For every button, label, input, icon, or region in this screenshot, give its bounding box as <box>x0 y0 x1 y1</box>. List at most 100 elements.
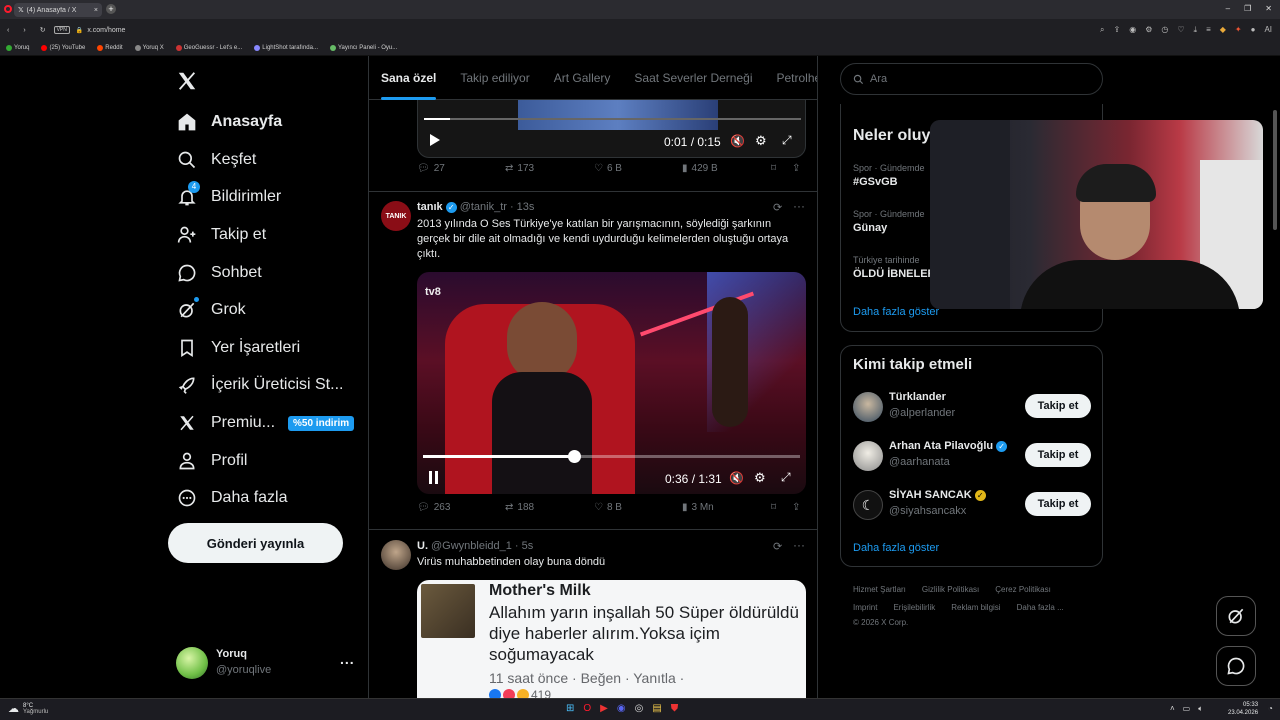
obs-taskbar-icon[interactable]: ◎ <box>635 703 644 714</box>
post-1-video[interactable]: 0:01 / 0:15 🔇 ⚙ ⤢ <box>417 100 806 158</box>
post-more-icon[interactable]: ··· <box>793 199 805 213</box>
tab-for-you[interactable]: Sana özel <box>381 71 437 100</box>
reply-button[interactable]: 💬︎ 263 <box>417 502 450 513</box>
video-settings-icon[interactable]: ⚙ <box>755 133 767 149</box>
account-more-icon[interactable]: ... <box>340 651 355 667</box>
extension-icon-2[interactable]: ✦ <box>1235 25 1242 35</box>
windows-start-icon[interactable]: ⊞ <box>566 703 574 714</box>
footer-link[interactable]: Erişilebilirlik <box>893 603 935 612</box>
account-switcher[interactable]: Yoruq @yoruqlive ... <box>176 645 356 679</box>
video-scrubber-handle[interactable] <box>567 450 581 463</box>
bookmark-post-icon[interactable]: ⌑ <box>771 163 776 174</box>
post-2-video[interactable]: tv8 0:36 / 1:31 🔇 ⚙ ⤢ <box>417 272 806 494</box>
post-more-icon[interactable]: ··· <box>793 538 805 552</box>
search-bar[interactable]: Ara <box>840 63 1103 95</box>
bookmark-item[interactable]: Yoruq <box>6 45 29 51</box>
browser-tab-active[interactable]: 𝕏 (4) Anasayfa / X × <box>14 3 102 17</box>
like-button[interactable]: ♡ 8 B <box>594 502 622 513</box>
ai-toolbar-button[interactable]: AI <box>1264 25 1272 35</box>
notification-bell-icon[interactable]: ◔ <box>1268 704 1273 713</box>
nav-item-more[interactable]: Daha fazla <box>176 483 288 513</box>
opera-logo-icon[interactable] <box>4 5 12 13</box>
extension-icon[interactable]: ◆ <box>1220 25 1226 35</box>
fullscreen-icon[interactable]: ⤢ <box>781 470 791 485</box>
trends-show-more[interactable]: Daha fazla göster <box>853 306 939 318</box>
tab-following[interactable]: Takip ediliyor <box>460 71 529 85</box>
volume-icon[interactable]: 🔇 <box>729 471 744 485</box>
close-window-icon[interactable]: ✕ <box>1265 4 1272 13</box>
reload-icon[interactable]: ↻ <box>40 26 46 34</box>
nav-item-explore[interactable]: Keşfet <box>176 145 256 175</box>
video-settings-icon[interactable]: ⚙ <box>754 470 766 486</box>
minimize-icon[interactable]: – <box>1226 4 1230 13</box>
bookmark-item[interactable]: (25) YouTube <box>41 45 85 51</box>
search-toolbar-icon[interactable]: ⌕ <box>1100 25 1104 35</box>
footer-link[interactable]: Hizmet Şartları <box>853 585 906 594</box>
vpn-badge[interactable]: VPN <box>53 26 70 34</box>
nav-item-grok[interactable]: Grok <box>176 295 246 325</box>
bookmark-item[interactable]: Yoruq X <box>134 45 164 51</box>
grok-floating-button[interactable] <box>1216 596 1256 636</box>
follow-button[interactable]: Takip et <box>1025 443 1091 467</box>
app-taskbar-icon[interactable]: ▶ <box>600 703 608 714</box>
post-2-avatar[interactable]: TANIK <box>381 201 411 231</box>
nav-item-home[interactable]: Anasayfa <box>176 107 282 137</box>
share-icon[interactable]: ⇪ <box>1114 25 1121 35</box>
network-icon[interactable]: ▭ <box>1183 704 1191 714</box>
bookmark-item[interactable]: GeoGuessr - Let's e... <box>175 45 242 51</box>
bookmark-item[interactable]: Reddit <box>97 45 123 51</box>
like-button[interactable]: ♡ 6 B <box>594 163 622 174</box>
play-icon[interactable] <box>429 133 441 147</box>
nav-item-premium[interactable]: Premiu... %50 indirim <box>176 408 355 438</box>
tray-chevron-icon[interactable]: ˄ <box>1170 704 1175 714</box>
post-3-image[interactable]: Mother's Milk Allahım yarın inşallah 50 … <box>417 580 806 698</box>
page-scrollbar[interactable] <box>1273 110 1277 230</box>
tab-petrolhead[interactable]: Petrolhea <box>776 71 817 85</box>
heart-toolbar-icon[interactable]: ♡ <box>1177 25 1184 35</box>
reply-button[interactable]: 💬︎ 27 <box>417 163 445 174</box>
x-logo-icon[interactable] <box>176 70 200 94</box>
post-author-name[interactable]: tanık <box>417 201 443 213</box>
new-tab-button[interactable]: + <box>106 4 116 14</box>
menu-icon[interactable]: ≡ <box>1206 25 1211 35</box>
tab-saat-severler[interactable]: Saat Severler Derneği <box>634 71 752 85</box>
url-input[interactable]: x.com/home <box>87 27 125 34</box>
history-icon[interactable]: ◷ <box>1161 25 1168 35</box>
search-input[interactable]: Ara <box>870 73 887 85</box>
grok-post-icon[interactable]: ⟳ <box>773 201 782 214</box>
views-button[interactable]: ▮ 3 Mn <box>682 502 714 513</box>
weather-widget[interactable]: ☁ 8°C Yağmurlu <box>8 702 48 716</box>
post-author-handle[interactable]: @Gwynbleidd_1 <box>431 540 512 552</box>
footer-link[interactable]: Çerez Politikası <box>995 585 1051 594</box>
bookmark-item[interactable]: Yayıncı Paneli - Oyu... <box>330 45 397 51</box>
trend-item[interactable]: Türkiye tarihinde ÖLDÜ İBNELER <box>853 255 936 280</box>
trend-item[interactable]: Spor · Gündemde Günay <box>853 209 925 234</box>
footer-link[interactable]: Gizlilik Politikası <box>922 585 979 594</box>
clock[interactable]: 05:33 23.04.2026 <box>1228 701 1258 717</box>
volume-icon[interactable]: 🔇 <box>730 134 745 148</box>
footer-link[interactable]: Reklam bilgisi <box>951 603 1000 612</box>
views-button[interactable]: ▮ 429 B <box>682 163 718 174</box>
grok-post-icon[interactable]: ⟳ <box>773 540 782 553</box>
settings-toolbar-icon[interactable]: ⚙ <box>1145 25 1152 35</box>
camera-icon[interactable]: ◉ <box>1129 25 1136 35</box>
repost-button[interactable]: ⇄ 188 <box>505 502 534 513</box>
post-time[interactable]: · 5s <box>515 540 533 552</box>
footer-link[interactable]: Imprint <box>853 603 877 612</box>
post-button[interactable]: Gönderi yayınla <box>168 523 343 563</box>
forward-icon[interactable]: › <box>23 27 25 34</box>
nav-item-profile[interactable]: Profil <box>176 446 247 476</box>
follow-button[interactable]: Takip et <box>1025 394 1091 418</box>
bookmark-item[interactable]: LightShot tarafında... <box>254 45 318 51</box>
messages-floating-button[interactable] <box>1216 646 1256 686</box>
discord-taskbar-icon[interactable]: ◉ <box>617 703 626 714</box>
tab-art-gallery[interactable]: Art Gallery <box>554 71 611 85</box>
trend-item[interactable]: Spor · Gündemde #GSvGB <box>853 163 925 188</box>
opera-taskbar-icon[interactable]: O <box>583 703 591 714</box>
post-author-handle[interactable]: @tanik_tr <box>460 201 507 213</box>
pause-icon[interactable] <box>428 471 440 484</box>
profile-toolbar-icon[interactable]: ● <box>1251 25 1256 35</box>
nav-item-chat[interactable]: Sohbet <box>176 258 262 288</box>
shield-taskbar-icon[interactable]: ⛊ <box>671 703 679 714</box>
post-time[interactable]: · 13s <box>510 201 534 213</box>
